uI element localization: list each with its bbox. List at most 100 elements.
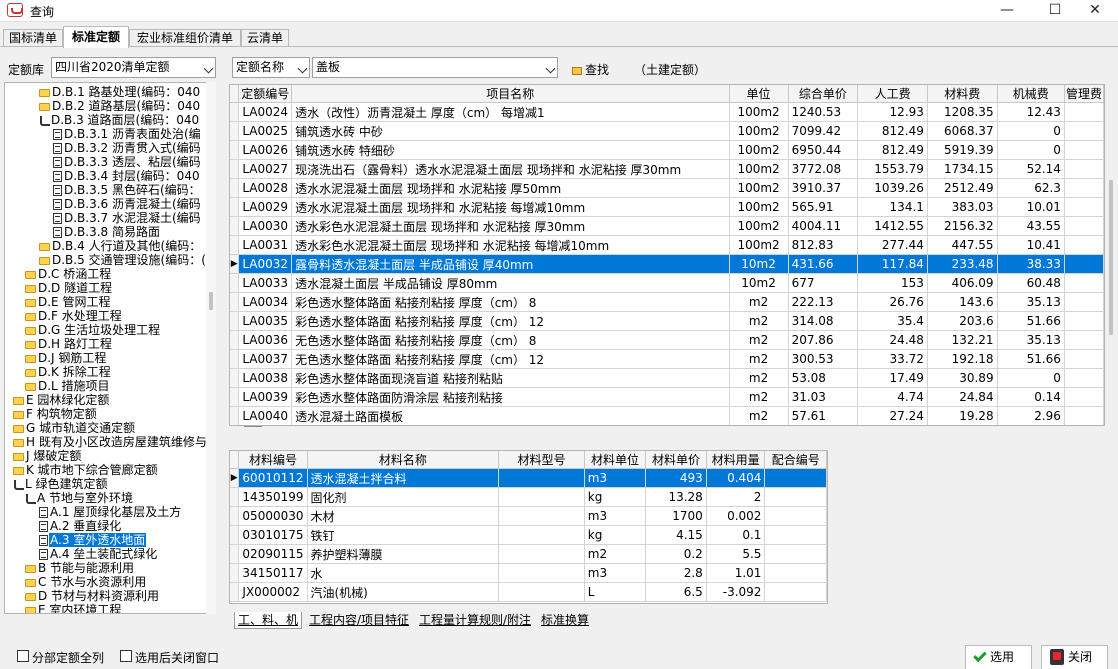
table-row[interactable]: LA0037 无色透水整体路面 粘接剂粘接 厚度（cm） 12 m2 300.53 33… [230,349,1104,369]
tree-node[interactable]: D.B.3.2 沥青贯入式(编码 [53,141,202,155]
tree-node[interactable]: C 节水与水资源利用 [25,575,147,589]
column-header[interactable]: 综合单价 [788,85,859,103]
minimize-icon[interactable]: — [984,0,1030,22]
tree-node[interactable]: A.4 垒土装配式绿化 [39,547,158,561]
table-row[interactable]: LA0034 彩色透水整体路面 粘接剂粘接 厚度（cm） 8 m2 222.13 26.… [230,292,1104,312]
column-header[interactable]: 人工费 [857,85,928,103]
quota-lib-select[interactable]: 四川省2020清单定额 [51,57,216,78]
tree-node[interactable]: A.3 室外透水地面 [39,533,147,547]
tab-standard-conversion[interactable]: 标准换算 [538,612,593,629]
tree-node[interactable]: D.B.3.3 透层、粘层(编码 [53,155,202,169]
table-row[interactable]: 14350199 固化剂 kg 13.28 2 [230,487,827,507]
tree-node[interactable]: D.D 隧道工程 [25,281,113,295]
column-header[interactable]: 配合编号 [764,451,827,469]
column-header[interactable]: 管理费 [1064,85,1104,103]
tree-node[interactable]: D.C 桥涵工程 [25,267,112,281]
tree-node[interactable]: F 构筑物定额 [13,407,98,421]
table-row[interactable]: ▶ LA0032 露骨料透水混凝土面层 半成品铺设 厚40mm 10m2 431.66 1… [230,254,1104,274]
table-row[interactable]: LA0031 透水彩色水泥混凝土面层 现场拌和 水泥粘接 每增减10mm 100m2… [230,235,1104,255]
tree-node[interactable]: D.B.3 道路面层(编码：040 [39,113,200,127]
quota-scroll-thumb[interactable] [1109,180,1113,335]
tree-node[interactable]: D.J 钢筋工程 [25,351,107,365]
table-row[interactable]: ▶ 60010112 透水混凝土拌合料 m3 493 0.404 [230,468,827,488]
search-field-select[interactable]: 定额名称 [232,57,310,78]
tree-node[interactable]: D.B.3.7 水泥混凝土(编码 [53,211,202,225]
select-button[interactable]: 选用 [965,645,1032,669]
table-row[interactable]: 05000030 木材 m3 1700 0.002 [230,506,827,526]
quota-grid[interactable]: 定额编号 项目名称 单位 综合单价 人工费 材料费 机械费 管理费 LA0024 透水（改性）沥… [229,84,1105,426]
tab-labor-material-machine[interactable]: 工、料、机 [234,612,303,629]
table-row[interactable]: LA0026 铺筑透水砖 特细砂 100m2 6950.44 812.49 5919.39… [230,140,1104,160]
table-row[interactable]: LA0027 现浇洗出石（露骨料）透水水泥混凝土面层 现场拌和 水泥粘接 厚30m… [230,159,1104,179]
table-row[interactable]: LA0036 无色透水整体路面 粘接剂粘接 厚度（cm） 8 m2 207.86 24.… [230,330,1104,350]
tree-node[interactable]: J 爆破定额 [13,449,82,463]
tree-node[interactable]: E 园林绿化定额 [13,393,110,407]
tree-scroll-thumb[interactable] [209,292,213,310]
tree-node[interactable]: D.B.3.8 简易路面 [53,225,161,239]
table-row[interactable]: LA0025 铺筑透水砖 中砂 100m2 7099.42 812.49 6068.37 0 [230,121,1104,141]
tree-node[interactable]: D.E 管网工程 [25,295,111,309]
tree-node[interactable]: D.B.1 路基处理(编码：040 [39,85,201,99]
grid-resize-handle[interactable] [244,426,262,427]
tree-node[interactable]: H 既有及小区改造房屋建筑维修与 [13,435,208,449]
column-header[interactable]: 材料型号 [498,451,585,469]
tab-calc-rules[interactable]: 工程量计算规则/附注 [416,612,535,629]
table-row[interactable]: LA0038 彩色透水整体路面现浇盲道 粘接剂粘贴 m2 53.08 17.49 30.8… [230,368,1104,388]
table-row[interactable]: LA0039 彩色透水整体路面防滑涂层 粘接剂粘接 m2 31.03 4.74 24.84… [230,387,1104,407]
tree-node[interactable]: D.B.3.5 黑色碎石(编码： [53,183,202,197]
column-header[interactable]: 定额编号 [238,85,293,103]
tree-node[interactable]: B 节能与能源利用 [25,561,135,575]
tree-node[interactable]: E 室内环境工程 [25,603,122,613]
tree-node[interactable]: D.B.3.4 封层(编码：040 [53,169,201,183]
tree-node[interactable]: D.B.3.1 沥青表面处治(编 [53,127,202,141]
material-grid[interactable]: 材料编号 材料名称 材料型号 材料单位 材料单价 材料用量 配合编号 ▶ 60010112 透水… [229,450,828,604]
column-header[interactable]: 材料名称 [307,451,500,469]
quota-tree[interactable]: D.B.1 路基处理(编码：040 D.B.2 道路基层(编码：040 D.B.3 … [4,82,216,614]
tree-node[interactable]: D.B.3.6 沥青混凝土(编码 [53,197,202,211]
column-header[interactable]: 单位 [729,85,789,103]
tree-node[interactable]: A.2 垂直绿化 [39,519,122,533]
close-after-select-checkbox[interactable] [120,650,132,662]
tree-node[interactable]: D.B.4 人行道及其他(编码： [39,239,202,253]
tab-standard-quota[interactable]: 标准定额 [63,26,129,48]
table-row[interactable]: LA0030 透水彩色水泥混凝土面层 现场拌和 水泥粘接 厚30mm 100m2 40… [230,216,1104,236]
table-row[interactable]: 02090115 养护塑料薄膜 m2 0.2 5.5 [230,544,827,564]
tree-node[interactable]: D.B.2 道路基层(编码：040 [39,99,201,113]
table-row[interactable]: LA0035 彩色透水整体路面 粘接剂粘接 厚度（cm） 12 m2 314.08 35… [230,311,1104,331]
tree-node[interactable]: K 城市地下综合管廊定额 [13,463,159,477]
tree-node[interactable]: L 绿色建筑定额 [13,477,109,491]
tree-node[interactable]: A 节地与室外环境 [25,491,134,505]
column-header[interactable]: 材料编号 [238,451,308,469]
column-header[interactable]: 材料单价 [645,451,707,469]
close-button[interactable]: 关闭 [1041,645,1108,669]
tree-node[interactable]: D.L 措施项目 [25,379,111,393]
table-row[interactable]: LA0028 透水水泥混凝土面层 现场拌和 水泥粘接 厚50mm 100m2 3910… [230,178,1104,198]
tree-node[interactable]: D 节材与材料资源利用 [25,589,160,603]
tree-node[interactable]: D.B.5 交通管理设施(编码：( [39,253,207,267]
column-header[interactable]: 项目名称 [291,85,730,103]
column-header[interactable]: 机械费 [997,85,1065,103]
table-row[interactable]: LA0040 透水混凝土路面模板 m2 57.61 27.24 19.28 2.96 [230,406,1104,425]
search-button[interactable]: 查找 [572,61,609,78]
column-header[interactable]: 材料用量 [706,451,766,469]
column-header[interactable]: 材料费 [927,85,998,103]
tree-scrollbar[interactable] [206,82,216,614]
tree-node[interactable]: D.K 拆除工程 [25,365,112,379]
tree-node[interactable]: A.1 屋顶绿化基层及土方 [39,505,182,519]
show-all-checkbox[interactable] [17,650,29,662]
search-input[interactable]: 盖板 [312,57,558,78]
table-row[interactable]: JX000002 汽油(机械) L 6.5 -3.092 [230,582,827,602]
table-row[interactable]: LA0033 透水混凝土面层 半成品铺设 厚80mm 10m2 677 153 406.0… [230,273,1104,293]
table-row[interactable]: 34150117 水 m3 2.8 1.01 [230,563,827,583]
table-row[interactable]: 03010175 铁钉 kg 4.15 0.1 [230,525,827,545]
table-row[interactable]: LA0029 透水水泥混凝土面层 现场拌和 水泥粘接 每增减10mm 100m2 56… [230,197,1104,217]
table-row[interactable]: LA0024 透水（改性）沥青混凝土 厚度（cm） 每增减1 100m2 1240.5… [230,102,1104,122]
tree-node[interactable]: D.H 路灯工程 [25,337,113,351]
tab-work-content[interactable]: 工程内容/项目特征 [306,612,413,629]
quota-grid-scrollbar[interactable] [1105,84,1117,426]
tree-node[interactable]: D.G 生活垃圾处理工程 [25,323,161,337]
close-icon[interactable]: ✕ [1072,0,1118,22]
tree-node[interactable]: D.F 水处理工程 [25,309,123,323]
tree-node[interactable]: G 城市轨道交通定额 [13,421,136,435]
column-header[interactable]: 材料单位 [584,451,647,469]
